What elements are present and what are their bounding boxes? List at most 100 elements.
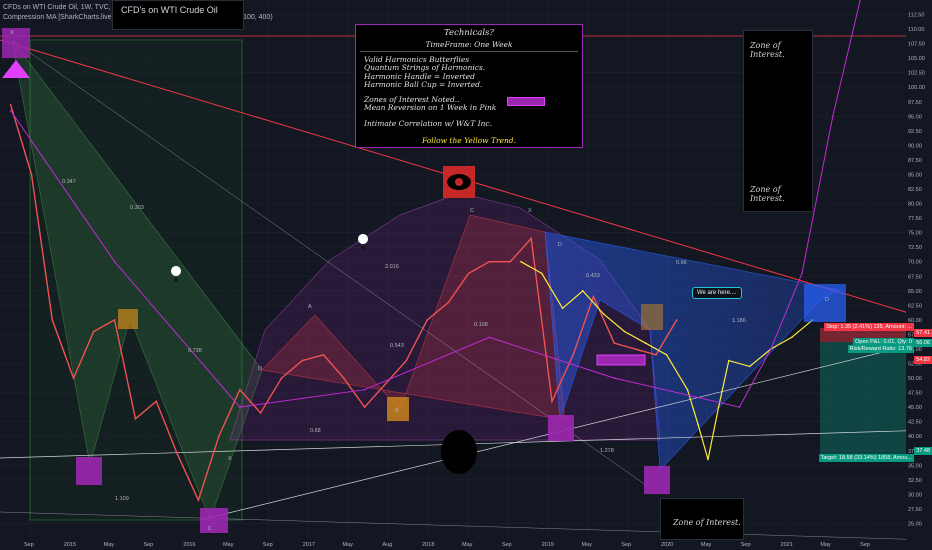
series-point [676,319,678,321]
series-point [342,377,345,379]
ratio-label: 0.66 [676,260,687,266]
marker-box-purple-1 [76,457,102,485]
series-point [665,354,668,356]
price-tag-2: 56.06 [914,339,932,347]
x-tick-label: 2021 [781,542,793,548]
technicals-title: Technicals? [444,28,494,38]
ratio-label: 1.109 [115,496,129,502]
series-point [467,272,470,275]
series-point [92,330,95,333]
pattern-label-d2: D [558,242,562,248]
series-point [561,307,564,310]
target-tag: Target: 18.58 (33.14%) 1858, Amou... [818,454,914,462]
y-tick-label: 75.00 [908,231,922,237]
series-point [405,359,408,362]
ratio-label: 0.738 [188,348,202,354]
x-tick-label: Aug [382,542,392,548]
black-ball-marker [441,430,477,474]
x-tick-label: 2020 [661,542,673,548]
y-tick-label: 87.50 [908,158,922,164]
x-tick-label: Sep [621,542,631,548]
y-tick-label: 35.00 [908,463,922,469]
series-point [259,412,262,414]
x-tick-label: 2015 [64,542,76,548]
series-point [176,452,178,455]
zone-of-interest-box-bottom: Zone of Interest. [660,498,744,540]
series-point [530,237,532,240]
price-axis[interactable]: 25.0027.5030.0032.5035.0037.5040.0042.50… [906,0,932,550]
series-point [239,388,241,391]
marker-box-purple-c [200,508,228,533]
x-tick-label: Sep [741,542,751,548]
series-point [113,260,116,263]
y-tick-label: 70.00 [908,260,922,266]
series-point [697,423,699,426]
series-point [541,272,543,275]
series-point [155,400,158,403]
series-point [363,406,366,408]
y-tick-label: 40.00 [908,434,922,440]
series-point [832,115,834,118]
y-tick-label: 47.50 [908,391,922,397]
pattern-label-a: A [308,304,312,310]
pattern-label-x3: X [528,208,532,214]
x-tick-label: 2016 [183,542,195,548]
y-tick-label: 65.00 [908,289,922,295]
y-tick-label: 102.50 [908,71,925,77]
series-point [801,272,803,275]
ratio-label: 0.108 [474,322,488,328]
series-point [488,260,491,263]
technicals-line: Harmonic Ball Cup = Inverted. [364,79,483,89]
x-tick-label: Sep [143,542,153,548]
series-point [592,295,595,298]
x-tick-label: Sep [502,542,512,548]
series-point [426,319,429,321]
series-point [30,173,33,176]
ratio-label: 2.016 [385,264,399,270]
series-point [488,336,491,339]
pattern-label-x: X [10,30,14,36]
technicals-timeframe: TimeFrame: One Week [360,40,578,52]
y-tick-label: 77.50 [908,216,922,222]
series-point [239,406,241,408]
pattern-label-c: C [470,208,474,214]
y-tick-label: 72.50 [908,245,922,251]
y-tick-label: 100.00 [908,85,925,91]
y-tick-label: 90.00 [908,143,922,149]
series-point [770,348,772,350]
technicals-line: Intimate Correlation w/ W&T Inc. [364,118,492,128]
series-point [322,354,325,356]
series-point [707,458,709,461]
series-point [717,406,720,408]
x-tick-label: 2018 [422,542,434,548]
x-tick-label: May [820,542,831,548]
series-point [197,499,200,502]
eye-pupil [455,178,463,186]
series-point [738,406,741,408]
series-point [363,388,366,391]
series-point [686,388,689,391]
zone-label: Zone of Interest. [750,185,785,203]
y-tick-label: 42.50 [908,420,922,426]
y-tick-label: 110.00 [908,27,924,33]
series-point [634,348,636,350]
series-point [748,365,751,368]
series-point [509,260,512,263]
series-point [51,319,54,321]
x-tick-label: May [343,542,354,548]
series-point [72,377,75,379]
zone-of-interest-box: Zone of Interest. Zone of Interest. [743,30,813,212]
stop-tag: Stop: 1.35 (2.41%) 135, Amount: ... [824,323,914,331]
technicals-footer: Follow the Yellow Trend. [422,136,516,146]
series-point [613,342,616,345]
x-tick-label: May [701,542,712,548]
technicals-line: Mean Reversion on 1 Week in Pink [364,103,497,113]
price-tag-1: 57.41 [914,329,932,337]
chart-title: CFD's on WTI Crude Oil [121,5,218,15]
y-tick-label: 50.00 [908,376,922,382]
x-tick-label: May [223,542,234,548]
series-point [582,290,584,292]
x-tick-label: May [581,542,592,548]
pattern-label-c2: C [208,526,212,532]
price-tag-3: 54.82 [914,356,932,364]
